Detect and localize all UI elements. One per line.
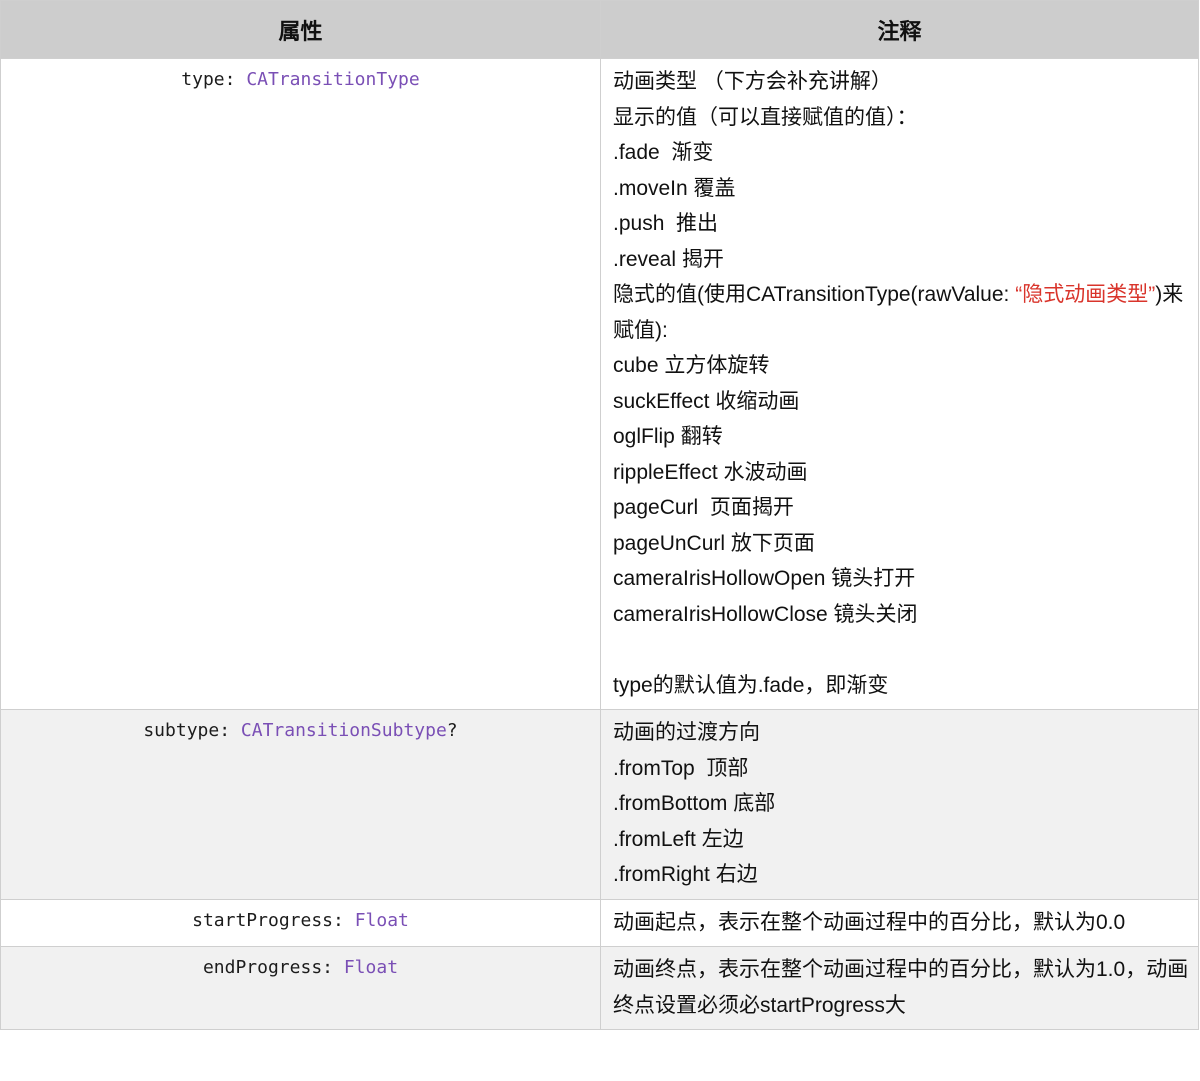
table-row-type: type: CATransitionType 动画类型 （下方会补充讲解） 显示… bbox=[0, 58, 1199, 710]
note-cell: 动画类型 （下方会补充讲解） 显示的值（可以直接赋值的值）： .fade 渐变 … bbox=[600, 58, 1199, 710]
note-line: 动画类型 （下方会补充讲解） bbox=[613, 70, 892, 93]
table-row-subtype: subtype: CATransitionSubtype? 动画的过渡方向 .f… bbox=[0, 709, 1199, 900]
header-note: 注释 bbox=[600, 0, 1199, 59]
note-line: cameraIrisHollowOpen 镜头打开 bbox=[613, 567, 916, 590]
header-property: 属性 bbox=[0, 0, 601, 59]
property-cell: startProgress: Float bbox=[0, 898, 601, 947]
property-cell: type: CATransitionType bbox=[0, 58, 601, 710]
property-table: 属性 注释 type: CATransitionType 动画类型 （下方会补充… bbox=[0, 0, 1199, 1030]
property-name: startProgress: bbox=[192, 909, 355, 931]
note-line: cameraIrisHollowClose 镜头关闭 bbox=[613, 602, 918, 626]
property-cell: subtype: CATransitionSubtype? bbox=[0, 709, 601, 900]
property-type: CATransitionSubtype bbox=[240, 720, 447, 741]
string-literal: “隐式动画类型” bbox=[1015, 283, 1156, 306]
note-line: rippleEffect 水波动画 bbox=[613, 460, 808, 484]
note-cell: 动画起点，表示在整个动画过程中的百分比，默认为0.0 bbox=[600, 898, 1199, 947]
note-line: type的默认值为.fade，即渐变 bbox=[613, 673, 889, 697]
note-line: 动画终点，表示在整个动画过程中的百分比，默认为1.0，动画终点设置必须必star… bbox=[613, 958, 1189, 1017]
note-line: .reveal 揭开 bbox=[613, 247, 724, 271]
note-line: .push 推出 bbox=[613, 212, 719, 235]
note-line: 动画起点，表示在整个动画过程中的百分比，默认为0.0 bbox=[613, 910, 1126, 934]
note-line: 动画的过渡方向 bbox=[613, 721, 760, 744]
note-line: pageUnCurl 放下页面 bbox=[613, 531, 815, 555]
table-row-start-progress: startProgress: Float 动画起点，表示在整个动画过程中的百分比… bbox=[0, 898, 1199, 947]
note-line: .fade 渐变 bbox=[613, 141, 714, 164]
note-line: suckEffect 收缩动画 bbox=[613, 389, 800, 413]
property-name: endProgress: bbox=[202, 957, 344, 978]
note-line: .moveIn 覆盖 bbox=[613, 176, 736, 200]
note-line-implicit: 隐式的值(使用CATransitionType(rawValue: “隐式动画类… bbox=[613, 277, 1190, 348]
table-row-end-progress: endProgress: Float 动画终点，表示在整个动画过程中的百分比，默… bbox=[0, 946, 1199, 1030]
note-cell: 动画的过渡方向 .fromTop 顶部 .fromBottom 底部 .from… bbox=[600, 709, 1199, 900]
property-type: Float bbox=[343, 957, 399, 978]
note-line: pageCurl 页面揭开 bbox=[613, 496, 794, 519]
table-header-row: 属性 注释 bbox=[0, 0, 1199, 59]
note-line: 显示的值（可以直接赋值的值）： bbox=[613, 105, 918, 129]
note-text: 隐式的值(使用CATransitionType(rawValue: bbox=[613, 283, 1016, 306]
property-type: CATransitionType bbox=[246, 69, 420, 90]
property-name: subtype: bbox=[143, 720, 241, 741]
property-name: type: bbox=[181, 69, 247, 90]
note-line: .fromBottom 底部 bbox=[613, 792, 776, 815]
property-suffix: ? bbox=[446, 720, 458, 741]
property-type: Float bbox=[354, 909, 409, 931]
note-cell: 动画终点，表示在整个动画过程中的百分比，默认为1.0，动画终点设置必须必star… bbox=[600, 946, 1199, 1030]
property-cell: endProgress: Float bbox=[0, 946, 601, 1030]
note-line: .fromRight 右边 bbox=[613, 863, 758, 886]
note-line: oglFlip 翻转 bbox=[613, 425, 723, 448]
note-line: .fromTop 顶部 bbox=[613, 756, 749, 780]
note-line: .fromLeft 左边 bbox=[613, 827, 744, 851]
note-line: cube 立方体旋转 bbox=[613, 354, 770, 377]
